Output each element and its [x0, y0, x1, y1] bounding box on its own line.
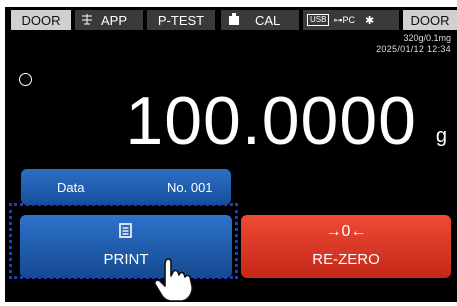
- print-focus-outline: [9, 203, 238, 279]
- balance-icon: [81, 13, 93, 28]
- re-zero-label: RE-ZERO: [312, 251, 380, 268]
- bluetooth-icon: ✱: [364, 14, 375, 27]
- cal-label: CAL: [255, 12, 281, 28]
- hand-pointer-icon: [152, 258, 198, 306]
- re-zero-button[interactable]: →0← RE-ZERO: [241, 215, 451, 278]
- zero-arrows-icon: →0←: [325, 223, 367, 240]
- app-label: APP: [101, 12, 128, 28]
- capacity-readability: 320g/0.1mg: [403, 33, 451, 43]
- data-number-panel[interactable]: Data No. 001: [21, 169, 231, 205]
- data-label: Data: [57, 180, 85, 195]
- weight-readout: 100.0000: [125, 83, 417, 159]
- pc-label: PC: [342, 15, 355, 25]
- stability-indicator-icon: [19, 73, 32, 86]
- app-button[interactable]: APP: [75, 10, 143, 30]
- door-right-button[interactable]: DOOR: [403, 10, 457, 30]
- usb-indicator: USB: [307, 14, 330, 26]
- weight-icon: [229, 12, 239, 28]
- data-number: No. 001: [167, 180, 213, 195]
- connection-status: USB ⊶ PC ✱: [303, 10, 399, 30]
- pc-connection-icon: ⊶: [333, 14, 343, 25]
- date-time: 2025/01/12 12:34: [376, 44, 451, 54]
- p-test-button[interactable]: P-TEST: [147, 10, 215, 30]
- door-left-button[interactable]: DOOR: [11, 10, 71, 30]
- cal-button[interactable]: CAL: [221, 10, 299, 30]
- weight-unit: g: [435, 125, 447, 147]
